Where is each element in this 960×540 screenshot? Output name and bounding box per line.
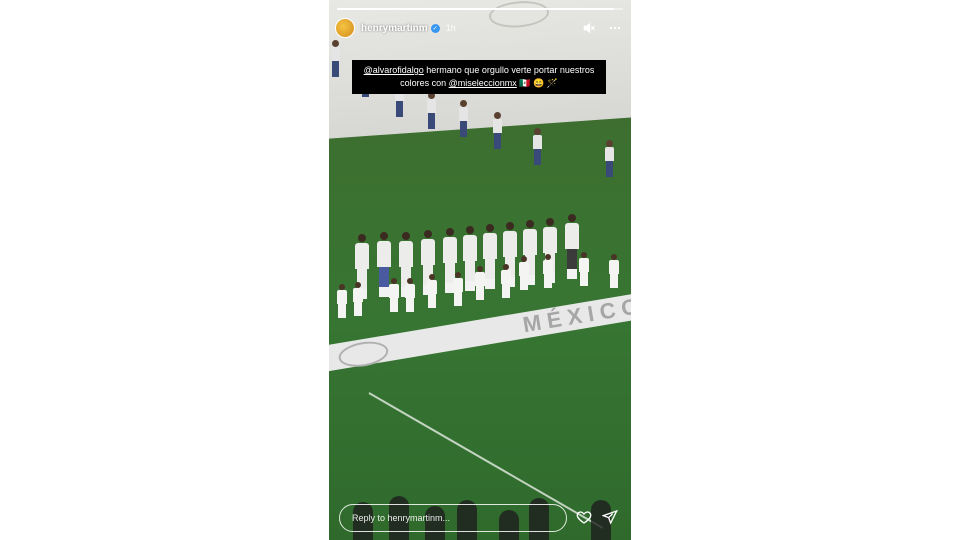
mascot-child <box>405 278 415 312</box>
mascot-child <box>427 274 437 308</box>
mascot-child <box>609 254 619 288</box>
caption-emojis: 🇲🇽 😄 🪄 <box>516 78 558 88</box>
story-header: henrymartinm ✓ 1h <box>335 16 623 40</box>
muted-speaker-icon[interactable] <box>581 20 597 36</box>
caption-mention-alvarofidalgo[interactable]: @alvarofidalgo <box>364 65 424 75</box>
mascot-child <box>337 284 347 318</box>
mascot-child <box>519 256 529 290</box>
heart-icon[interactable] <box>575 508 593 526</box>
story-progress-fill <box>337 8 615 10</box>
verified-badge-icon: ✓ <box>430 23 440 33</box>
avatar[interactable] <box>335 18 355 38</box>
more-options-icon[interactable] <box>607 20 623 36</box>
reply-input[interactable] <box>350 512 566 524</box>
mascot-child <box>579 252 589 286</box>
send-icon[interactable] <box>601 508 619 526</box>
mascot-child <box>389 278 399 312</box>
post-time: 1h <box>445 23 456 33</box>
player <box>565 214 579 279</box>
story-progress-bar <box>337 8 623 10</box>
story-caption: @alvarofidalgo hermano que orgullo verte… <box>352 60 606 94</box>
player <box>483 224 497 289</box>
username[interactable]: henrymartinm <box>361 23 428 34</box>
reply-bar[interactable] <box>339 504 567 532</box>
story-viewer[interactable]: MÉXICO henrymartinm ✓ 1h @alvarofidalgo … <box>329 0 631 540</box>
mascot-child <box>543 254 553 288</box>
mascot-child <box>353 282 363 316</box>
mascot-child <box>475 266 485 300</box>
caption-mention-miseleccionmx[interactable]: @miseleccionmx <box>449 78 517 88</box>
mascot-child <box>501 264 511 298</box>
mascot-child <box>453 272 463 306</box>
